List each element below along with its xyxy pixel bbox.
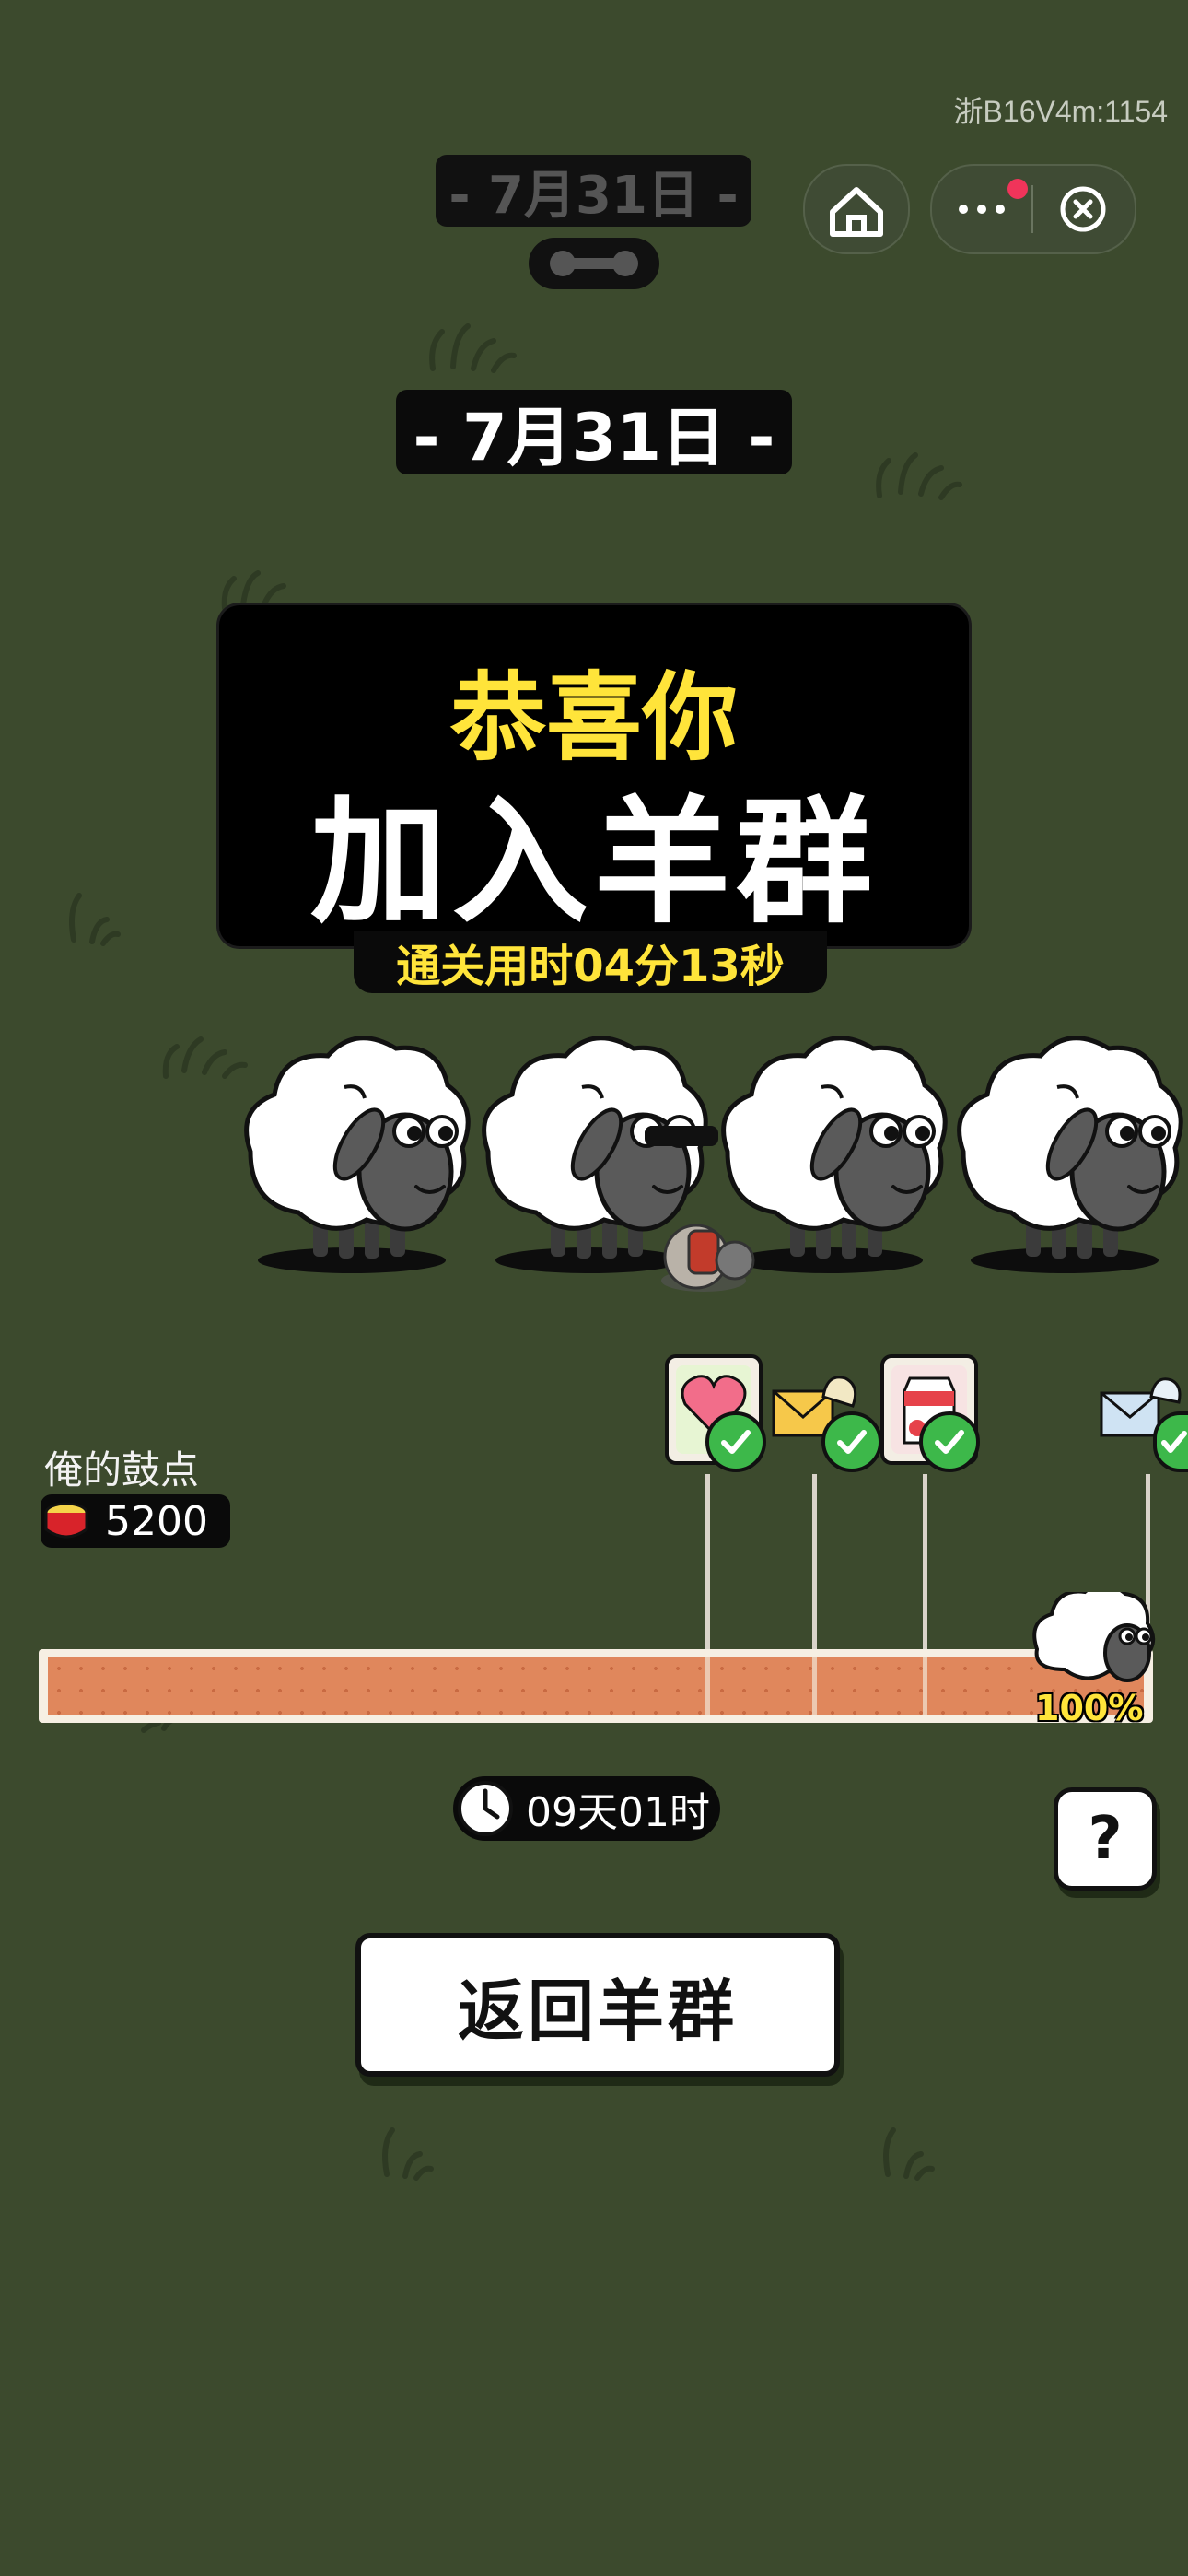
- sunglasses-icon: [645, 1126, 718, 1146]
- drum-points-label: 俺的鼓点: [44, 1447, 200, 1493]
- sheep-3: [724, 1038, 946, 1273]
- check-icon: [837, 1430, 867, 1454]
- return-to-flock-button[interactable]: 返回羊群: [355, 1933, 840, 2077]
- milestone-tick-3: [923, 1657, 927, 1715]
- close-icon: [1060, 186, 1106, 232]
- milestone-tick-1: [705, 1657, 710, 1715]
- clear-time-label: 通关用时04分13秒: [354, 931, 827, 993]
- sheep-1: [247, 1038, 469, 1273]
- home-icon: [830, 187, 883, 237]
- notification-dot: [1007, 179, 1028, 199]
- progress-sheep-icon: [1032, 1592, 1155, 1682]
- reward-3-claimed-check: [919, 1411, 980, 1472]
- check-icon: [935, 1430, 964, 1454]
- sheep-4: [960, 1038, 1182, 1273]
- timer-remaining: 09天01时: [526, 1789, 710, 1836]
- sheep-flock: [0, 1023, 1188, 1292]
- reward-2-claimed-check: [821, 1411, 882, 1472]
- game-screen: 浙B16V4m:1154 - 7月31日 - - 7月31日 - 恭喜你 加入羊…: [0, 0, 1188, 2576]
- milestone-tick-2: [812, 1657, 817, 1715]
- check-icon: [721, 1430, 751, 1454]
- progress-percent: 100%: [1035, 1688, 1144, 1728]
- join-flock-title: 加入羊群: [310, 783, 878, 942]
- check-icon: [1161, 1431, 1187, 1453]
- clock-icon: [458, 1781, 513, 1836]
- account-watermark: 浙B16V4m:1154: [953, 95, 1168, 128]
- reward-1-claimed-check: [705, 1411, 766, 1472]
- progress-fill: [48, 1657, 1144, 1715]
- toggle-handle[interactable]: [529, 238, 659, 289]
- home-button[interactable]: [803, 164, 910, 254]
- dumbbell-icon: [550, 251, 638, 276]
- close-button[interactable]: [1033, 166, 1133, 252]
- player-sheep: [661, 1224, 755, 1292]
- more-button[interactable]: [932, 166, 1031, 252]
- drum-icon: [44, 1502, 88, 1539]
- help-button[interactable]: ?: [1054, 1787, 1157, 1891]
- level-date: - 7月31日 -: [396, 390, 792, 475]
- drum-points-value: 5200: [105, 1497, 208, 1545]
- top-date-label: - 7月31日 -: [436, 155, 751, 227]
- menu-capsule: [930, 164, 1136, 254]
